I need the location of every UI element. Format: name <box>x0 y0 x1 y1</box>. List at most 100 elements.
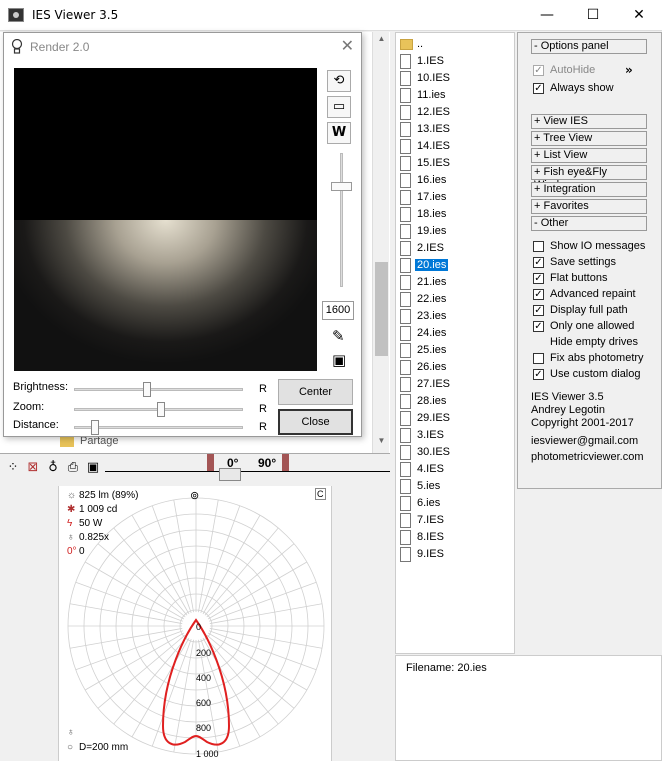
list-item[interactable]: 7.IES <box>398 512 514 529</box>
list-item[interactable]: 27.IES <box>398 376 514 393</box>
list-item[interactable]: 6.ies <box>398 495 514 512</box>
section-header[interactable]: + Favorites <box>531 199 647 214</box>
checkbox-icon: ✓ <box>533 65 544 76</box>
diagram-type-icon[interactable]: ⊠ <box>25 460 41 476</box>
list-item[interactable]: 29.IES <box>398 410 514 427</box>
print-icon[interactable]: ⎙ <box>65 460 81 476</box>
options-panel-header[interactable]: - Options panel <box>531 39 647 54</box>
file-icon <box>400 105 411 120</box>
file-name: .. <box>417 38 424 50</box>
file-icon <box>400 275 411 290</box>
list-item[interactable]: .. <box>398 36 514 53</box>
list-item[interactable]: 8.IES <box>398 529 514 546</box>
zoom-vertical-thumb[interactable] <box>331 182 352 191</box>
list-item[interactable]: 4.IES <box>398 461 514 478</box>
list-item[interactable]: 21.ies <box>398 274 514 291</box>
file-name: 19.ies <box>417 225 447 237</box>
save-icon[interactable]: ▣ <box>332 351 346 369</box>
scroll-down-icon[interactable]: ▼ <box>373 436 390 445</box>
wall-icon[interactable]: W <box>327 122 351 144</box>
file-list[interactable]: .. 1.IES 10.IES 11.ies 12.IES 13.IES 14.IES 15.… <box>395 32 515 654</box>
center-button[interactable]: Center <box>278 379 353 405</box>
list-item[interactable]: 1.IES <box>398 53 514 70</box>
ring-label: 600 <box>196 698 211 708</box>
list-item[interactable]: 10.IES <box>398 70 514 87</box>
distance-reset[interactable]: R <box>259 421 267 433</box>
view-c-icon[interactable]: C <box>315 488 326 500</box>
list-item[interactable]: 30.IES <box>398 444 514 461</box>
brightness-reset[interactable]: R <box>259 383 267 395</box>
list-item[interactable]: 25.ies <box>398 342 514 359</box>
save-toolbar-icon[interactable]: ▣ <box>85 460 101 476</box>
file-name: 23.ies <box>417 310 447 322</box>
file-name: 30.IES <box>417 446 451 458</box>
scroll-thumb[interactable] <box>375 262 388 356</box>
file-icon <box>400 547 411 562</box>
list-item[interactable]: 9.IES <box>398 546 514 563</box>
brightness-slider[interactable] <box>74 382 243 397</box>
section-header[interactable]: + Integration <box>531 182 647 197</box>
list-item[interactable]: 26.ies <box>398 359 514 376</box>
section-header[interactable]: + Tree View <box>531 131 647 146</box>
ring-label: 0 <box>196 622 201 632</box>
zoom-value-field[interactable]: 1600 <box>322 301 354 320</box>
angle-marker <box>207 454 214 471</box>
list-item[interactable]: 22.ies <box>398 291 514 308</box>
file-icon <box>400 343 411 358</box>
render-close-icon[interactable]: ✕ <box>341 36 354 55</box>
list-item[interactable]: 2.IES <box>398 240 514 257</box>
list-item[interactable]: 19.ies <box>398 223 514 240</box>
zoom-reset[interactable]: R <box>259 403 267 415</box>
maximize-button[interactable]: ☐ <box>570 0 616 31</box>
list-item[interactable]: 14.IES <box>398 138 514 155</box>
section-header[interactable]: + Fish eye&Fly Window <box>531 165 647 191</box>
list-item[interactable]: 23.ies <box>398 308 514 325</box>
zoom-vertical-track[interactable] <box>340 153 343 287</box>
tree-scrollbar[interactable]: ▲ ▼ <box>372 32 389 453</box>
angle-scale[interactable]: 0° 90° <box>105 454 390 472</box>
file-icon <box>400 224 411 239</box>
distance-thumb[interactable] <box>91 420 100 435</box>
list-item[interactable]: 5.ies <box>398 478 514 495</box>
list-item[interactable]: 12.IES <box>398 104 514 121</box>
section-header[interactable]: - Other <box>531 216 647 231</box>
file-icon <box>400 173 411 188</box>
angle-slider-thumb[interactable] <box>219 468 241 481</box>
scroll-up-icon[interactable]: ▲ <box>373 34 390 43</box>
list-item[interactable]: 16.ies <box>398 172 514 189</box>
grid-icon[interactable]: ⁘ <box>5 460 21 476</box>
file-name: 8.IES <box>417 531 444 543</box>
circle-icon: ○ <box>67 742 74 753</box>
brightness-thumb[interactable] <box>142 382 151 397</box>
list-item[interactable]: 24.ies <box>398 325 514 342</box>
tree-item-partage[interactable]: Partage <box>60 435 260 449</box>
zoom-thumb[interactable] <box>157 402 166 417</box>
list-item[interactable]: 15.IES <box>398 155 514 172</box>
eyedropper-icon[interactable]: ✎ <box>332 327 345 345</box>
zoom-slider[interactable] <box>74 402 243 417</box>
list-item[interactable]: 20.ies <box>398 257 514 274</box>
list-item[interactable]: 3.IES <box>398 427 514 444</box>
section-header[interactable]: + View IES <box>531 114 647 129</box>
list-item[interactable]: 11.ies <box>398 87 514 104</box>
list-item[interactable]: 17.ies <box>398 189 514 206</box>
file-icon <box>400 207 411 222</box>
list-item[interactable]: 28.ies <box>398 393 514 410</box>
polar-diagram[interactable]: 0 200 400 600 800 1 000 ☼ 825 lm (89%) ✱ 1 009 … <box>58 486 332 761</box>
render-window[interactable]: Render 2.0 ✕ ⟲ ▭ W 1600 ✎ ▣ Brightness: … <box>3 32 362 437</box>
top-view-icon[interactable]: ⊚ <box>190 489 199 502</box>
rotate-icon[interactable]: ⟲ <box>327 70 351 92</box>
about-line: Andrey Legotin <box>531 404 605 416</box>
render-viewport[interactable] <box>14 68 317 371</box>
distance-slider[interactable] <box>74 420 243 435</box>
file-name: 12.IES <box>417 106 451 118</box>
camera-icon[interactable]: ▭ <box>327 96 351 118</box>
close-button[interactable]: ✕ <box>616 0 662 31</box>
bulb-toolbar-icon[interactable]: ♁ <box>45 460 61 476</box>
double-chevron-icon[interactable]: » <box>625 63 633 77</box>
minimize-button[interactable]: — <box>524 0 570 31</box>
section-header[interactable]: + List View <box>531 148 647 163</box>
list-item[interactable]: 13.IES <box>398 121 514 138</box>
list-item[interactable]: 18.ies <box>398 206 514 223</box>
render-close-button[interactable]: Close <box>278 409 353 435</box>
